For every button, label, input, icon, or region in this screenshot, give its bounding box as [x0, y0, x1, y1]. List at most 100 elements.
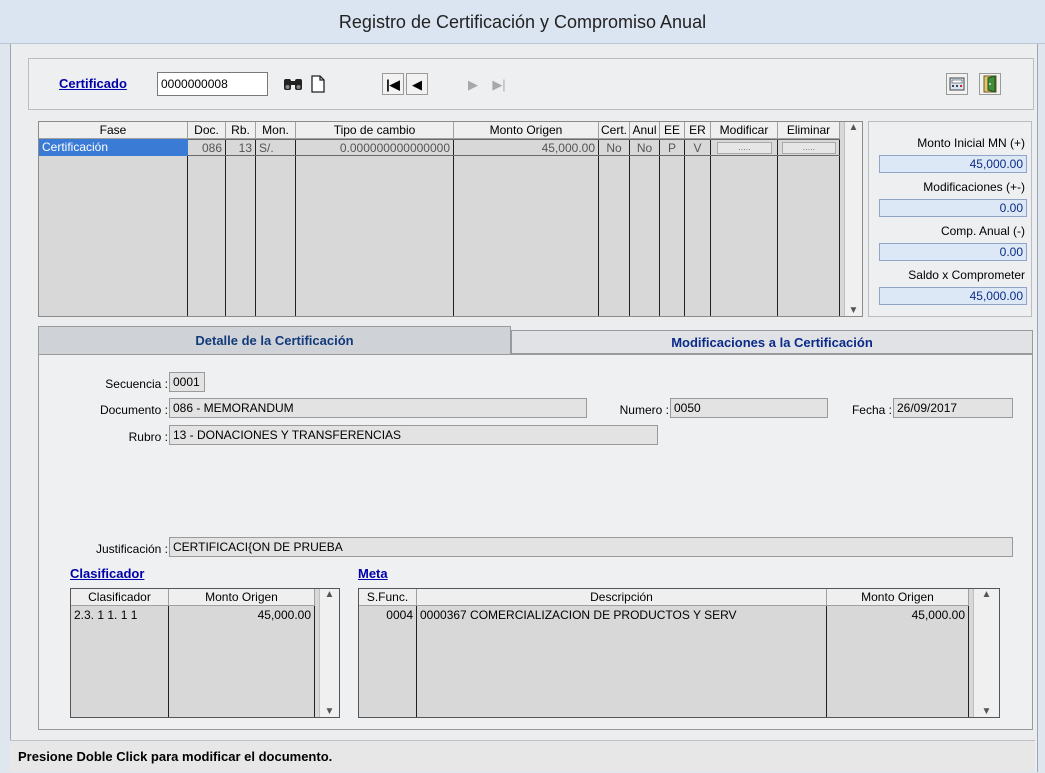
saldo-value: 45,000.00 [879, 287, 1027, 305]
window-title: Registro de Certificación y Compromiso A… [0, 0, 1045, 44]
row-fase: Certificación [42, 140, 109, 154]
fecha-field: 26/09/2017 [893, 398, 1013, 418]
col-divider [968, 606, 969, 717]
meta-grid[interactable]: S.Func. Descripción Monto Origen 0004 00… [358, 588, 1000, 718]
row-doc: 086 [201, 141, 222, 155]
scroll-down-icon[interactable]: ▼ [982, 706, 992, 717]
fases-grid[interactable]: Fase Doc. Rb. Mon. Tipo de cambio Monto … [38, 121, 863, 317]
next-icon: ▶ [468, 76, 478, 92]
col-eliminar-header: Eliminar [778, 122, 840, 139]
binoculars-icon [284, 79, 302, 90]
previous-icon: ◀ [412, 76, 422, 92]
comp-anual-label: Comp. Anual (-) [940, 224, 1025, 238]
col-divider [225, 139, 226, 316]
justificacion-label: Justificación : [95, 542, 168, 556]
exit-button[interactable] [979, 73, 1001, 95]
saldo-label: Saldo x Comprometer [908, 268, 1025, 282]
col-fase-header: Fase [39, 122, 188, 139]
col-rb-header: Rb. [226, 122, 256, 139]
col-monto-header: Monto Origen [454, 122, 599, 139]
meta-link[interactable]: Meta [358, 566, 388, 581]
clasificador-row-monto: 45,000.00 [257, 608, 311, 622]
clasificador-grid[interactable]: Clasificador Monto Origen 2.3. 1 1. 1 1 … [70, 588, 340, 718]
clasificador-link[interactable]: Clasificador [70, 566, 144, 581]
col-er-header: ER [685, 122, 711, 139]
justificacion-field: CERTIFICACI{ON DE PRUEBA [169, 537, 1013, 557]
col-anul-header: Anul [630, 122, 660, 139]
tab-modificaciones[interactable]: Modificaciones a la Certificación [511, 330, 1033, 354]
meta-descripcion-header: Descripción [417, 589, 827, 606]
col-tipo-cambio-header: Tipo de cambio [296, 122, 454, 139]
numero-label: Numero : [619, 403, 669, 417]
monto-inicial-label: Monto Inicial MN (+) [917, 136, 1025, 150]
col-cert-header: Cert. [599, 122, 630, 139]
certificado-input[interactable]: 0000000008 [157, 72, 268, 96]
meta-row-descripcion: 0000367 COMERCIALIZACION DE PRODUCTOS Y … [420, 608, 737, 622]
exit-door-icon [983, 75, 997, 93]
fecha-label: Fecha : [851, 403, 892, 417]
col-divider [629, 139, 630, 316]
meta-monto-header: Monto Origen [827, 589, 969, 606]
scroll-up-icon[interactable]: ▲ [849, 122, 859, 133]
col-modificar-header: Modificar [711, 122, 778, 139]
certificado-link[interactable]: Certificado [59, 76, 127, 91]
row-monto: 45,000.00 [541, 141, 595, 155]
numero-field: 0050 [670, 398, 828, 418]
summary-panel: Monto Inicial MN (+) 45,000.00 Modificac… [868, 121, 1032, 317]
col-divider [314, 606, 315, 717]
status-bar: Presione Doble Click para modificar el d… [10, 740, 1035, 772]
scroll-up-icon[interactable]: ▲ [325, 589, 335, 600]
row-mon: S/. [259, 141, 274, 155]
col-divider [187, 139, 188, 316]
grid-scrollbar[interactable]: ▲ ▼ [844, 122, 862, 316]
row-cert: No [606, 141, 622, 155]
new-document-icon [311, 75, 325, 93]
row-anul: No [636, 141, 653, 155]
documento-label: Documento : [99, 403, 168, 417]
tab-detalle[interactable]: Detalle de la Certificación [38, 326, 511, 354]
rubro-field: 13 - DONACIONES Y TRANSFERENCIAS [169, 425, 658, 445]
meta-row-monto: 45,000.00 [911, 608, 965, 622]
row-er: V [693, 141, 702, 155]
row-ee: P [667, 141, 676, 155]
col-divider [710, 139, 711, 316]
last-record-button[interactable]: ▶| [488, 73, 510, 95]
scroll-up-icon[interactable]: ▲ [982, 589, 992, 600]
table-row[interactable]: Certificación [39, 139, 188, 156]
previous-record-button[interactable]: ◀ [406, 73, 428, 95]
meta-sfunc-header: S.Func. [359, 589, 417, 606]
meta-scrollbar[interactable]: ▲ ▼ [973, 589, 999, 717]
new-document-button[interactable] [307, 73, 329, 95]
row-tipo-cambio: 0.000000000000000 [339, 141, 450, 155]
scroll-down-icon[interactable]: ▼ [849, 305, 859, 316]
col-divider [684, 139, 685, 316]
modificar-button[interactable]: ..... [717, 142, 772, 154]
col-divider [453, 139, 454, 316]
col-mon-header: Mon. [256, 122, 296, 139]
col-divider [777, 139, 778, 316]
clasificador-col-header: Clasificador [71, 589, 169, 606]
last-icon: ▶| [492, 76, 506, 92]
calculator-icon [949, 77, 965, 91]
search-button[interactable] [282, 73, 304, 95]
col-divider [598, 139, 599, 316]
row-rb: 13 [238, 141, 252, 155]
secuencia-field: 0001 [169, 372, 205, 392]
col-doc-header: Doc. [188, 122, 226, 139]
scroll-down-icon[interactable]: ▼ [325, 706, 335, 717]
secuencia-label: Secuencia : [105, 377, 168, 391]
col-divider [659, 139, 660, 316]
clasificador-row-code: 2.3. 1 1. 1 1 [74, 608, 138, 622]
monto-inicial-value: 45,000.00 [879, 155, 1027, 173]
clasificador-scrollbar[interactable]: ▲ ▼ [319, 589, 339, 717]
next-record-button[interactable]: ▶ [462, 73, 484, 95]
clasificador-monto-header: Monto Origen [169, 589, 315, 606]
col-ee-header: EE [660, 122, 685, 139]
report-button[interactable] [946, 73, 968, 95]
first-record-button[interactable]: |◀ [382, 73, 404, 95]
col-divider [295, 139, 296, 316]
eliminar-button[interactable]: ..... [782, 142, 836, 154]
first-icon: |◀ [386, 76, 400, 92]
modificaciones-label: Modificaciones (+-) [923, 180, 1025, 194]
modificaciones-value: 0.00 [879, 199, 1027, 217]
